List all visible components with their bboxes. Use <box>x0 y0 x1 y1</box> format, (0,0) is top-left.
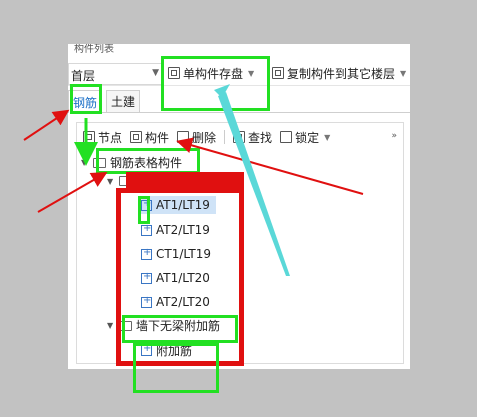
panel-titlebar: 构件列表 <box>68 44 410 58</box>
list-item[interactable]: AT1/LT20 <box>139 269 212 287</box>
list-item-label: AT2/LT20 <box>156 295 210 309</box>
list-item-label: CT1/LT19 <box>156 247 212 261</box>
list-item[interactable]: 附加筋 <box>139 340 194 361</box>
chevron-down-icon: ▼ <box>400 68 407 78</box>
delete-label: 删除 <box>192 130 217 145</box>
node-icon <box>83 131 95 143</box>
floor-dropdown[interactable]: 首层 ▼ <box>68 63 164 85</box>
find-icon <box>233 131 246 143</box>
chevron-down-icon: ▼ <box>152 68 159 78</box>
tree-root[interactable]: ▼ 钢筋表格构件 <box>81 154 182 171</box>
copy-icon <box>272 67 284 79</box>
trash-icon <box>177 131 190 143</box>
lock-icon <box>280 131 293 143</box>
component-icon <box>141 198 152 211</box>
toolbar-divider <box>224 130 226 144</box>
more-icon[interactable]: » <box>391 131 397 141</box>
lock-button[interactable]: 锁定 ▼ <box>280 129 330 146</box>
folder-icon <box>119 176 132 186</box>
tab-civil[interactable]: 土建 <box>106 90 141 112</box>
folder-icon <box>119 320 132 331</box>
component-tree: ▼ 钢筋表格构件 ▼ AT1/LT19 AT2/LT19 CT1/LT19 <box>77 151 403 361</box>
tab-bar: 钢筋 土建 <box>68 88 410 113</box>
copy-to-floor-label: 复制构件到其它楼层 <box>287 66 396 81</box>
list-item[interactable]: AT2/LT20 <box>139 293 212 311</box>
component-icon <box>141 223 152 236</box>
component-icon <box>141 247 152 260</box>
tab-civil-label: 土建 <box>111 95 136 109</box>
save-icon <box>168 67 180 79</box>
caret-down-icon[interactable]: ▼ <box>107 177 115 186</box>
caret-down-icon[interactable]: ▼ <box>107 321 115 330</box>
lock-label: 锁定 <box>295 130 320 145</box>
component-icon <box>141 343 152 356</box>
single-save-label: 单构件存盘 <box>183 66 244 81</box>
component-list-panel: 构件列表 首层 ▼ 单构件存盘 ▼ 复制构件到其它楼层 ▼ 钢筋 土建 节点 构… <box>68 44 410 369</box>
tab-rebar[interactable]: 钢筋 <box>68 90 103 113</box>
red-arrow-tab <box>23 109 70 141</box>
list-item-label: AT1/LT20 <box>156 271 210 285</box>
chevron-down-icon: ▼ <box>248 68 255 78</box>
tree-group-1[interactable]: ▼ <box>107 176 132 186</box>
tree-group-2-label: 墙下无梁附加筋 <box>136 319 221 333</box>
list-item[interactable]: AT1/LT19 <box>139 196 216 214</box>
caret-down-icon[interactable]: ▼ <box>81 158 89 167</box>
delete-button[interactable]: 删除 <box>177 129 216 146</box>
copy-to-floor-button[interactable]: 复制构件到其它楼层 ▼ <box>272 63 406 83</box>
node-button[interactable]: 节点 <box>83 129 122 146</box>
component-label: 构件 <box>145 130 170 145</box>
find-label: 查找 <box>248 130 273 145</box>
list-item-label: AT1/LT19 <box>156 198 210 212</box>
component-icon <box>141 295 152 308</box>
chevron-down-icon: ▼ <box>324 132 331 142</box>
component-icon <box>141 271 152 284</box>
tree-toolbar: 节点 构件 删除 查找 锁定 ▼ » <box>83 127 399 147</box>
node-label: 节点 <box>98 130 123 145</box>
tab-rebar-label: 钢筋 <box>73 95 98 110</box>
tree-root-label: 钢筋表格构件 <box>110 156 183 170</box>
list-item[interactable]: AT2/LT19 <box>139 221 212 239</box>
component-tree-area: 节点 构件 删除 查找 锁定 ▼ » ▼ 钢筋表格构件 ▼ + AT1/LT19… <box>76 122 404 364</box>
floor-value: 首层 <box>71 69 96 83</box>
folder-icon <box>93 157 106 168</box>
component-button[interactable]: 构件 <box>130 129 169 146</box>
list-item-label: 附加筋 <box>156 344 193 358</box>
list-item[interactable]: CT1/LT19 <box>139 245 213 263</box>
top-toolbar: 首层 ▼ 单构件存盘 ▼ 复制构件到其它楼层 ▼ <box>68 61 410 86</box>
tree-group-2[interactable]: ▼ 墙下无梁附加筋 <box>107 317 220 334</box>
list-item-label: AT2/LT19 <box>156 223 210 237</box>
single-component-save-button[interactable]: 单构件存盘 ▼ <box>168 63 254 83</box>
component-icon <box>130 131 143 143</box>
find-button[interactable]: 查找 <box>233 129 272 146</box>
panel-title: 构件列表 <box>74 44 114 55</box>
